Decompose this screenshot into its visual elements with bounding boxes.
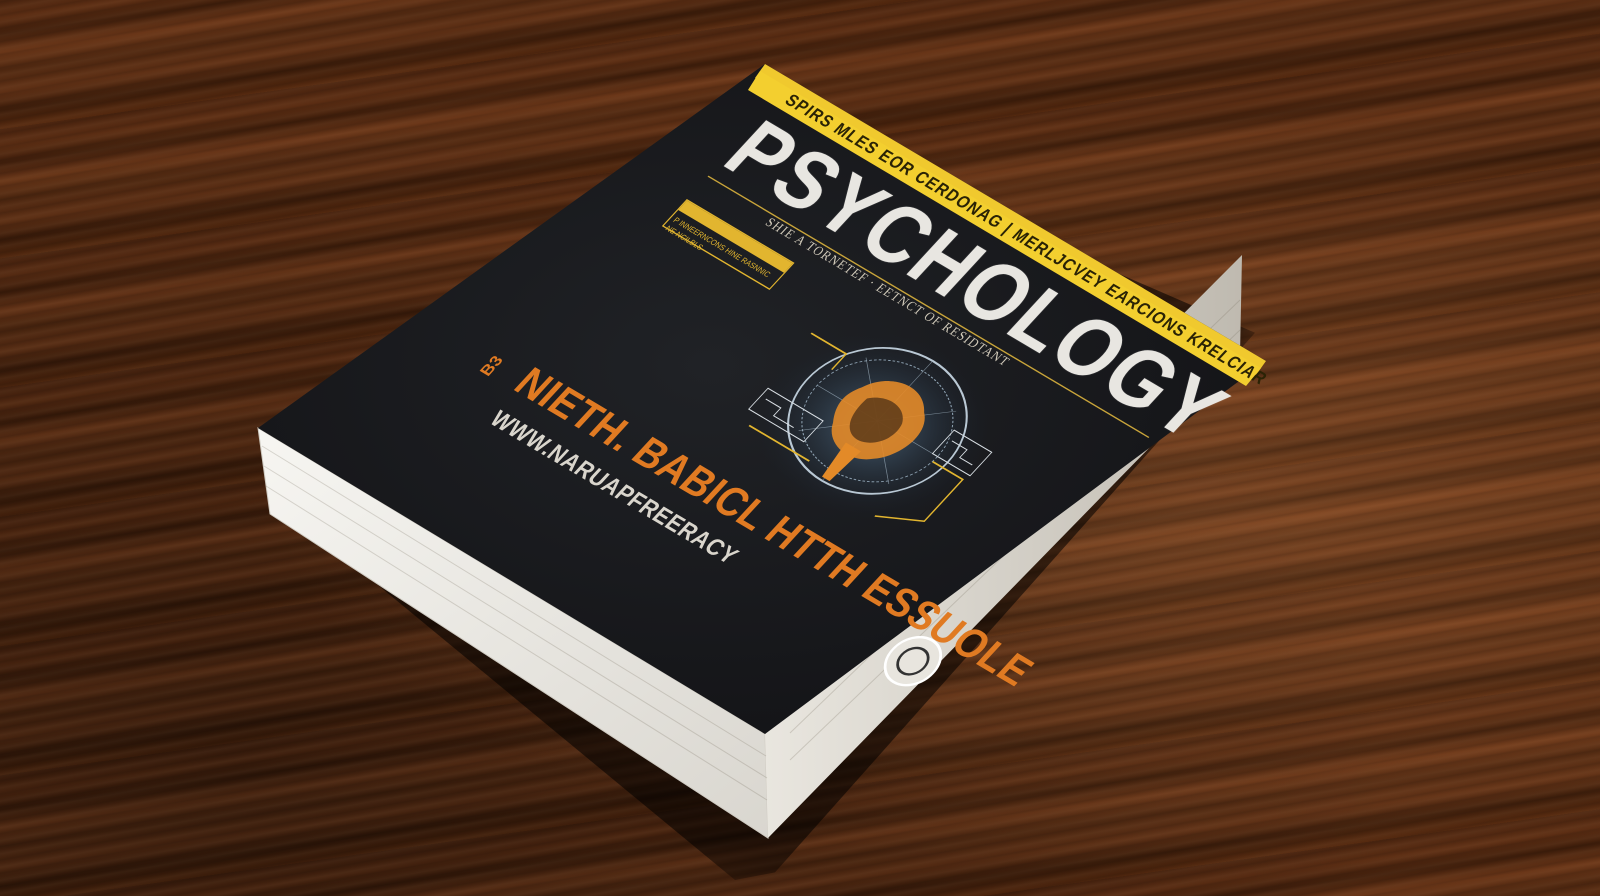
photo-scene: SPIRS MLES EOR CERDONAG | MERLJCVEY EARC…: [0, 0, 1600, 896]
